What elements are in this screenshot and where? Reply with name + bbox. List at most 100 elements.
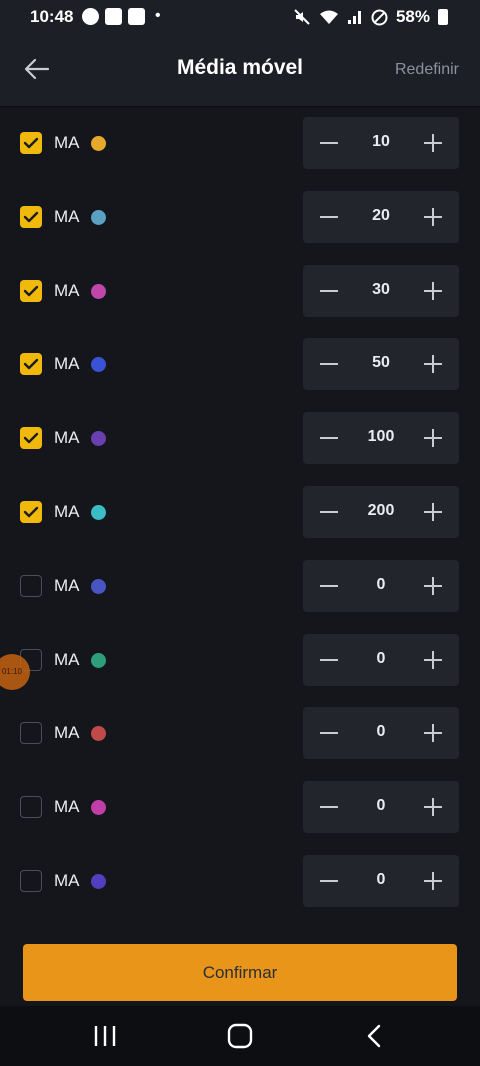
decrement-button[interactable]	[315, 351, 343, 377]
minus-icon	[320, 732, 338, 735]
period-stepper: 0	[303, 559, 459, 612]
decrement-button[interactable]	[315, 499, 343, 525]
ma-color-swatch[interactable]	[91, 505, 106, 520]
period-value[interactable]: 0	[343, 871, 419, 889]
decrement-button[interactable]	[315, 573, 343, 599]
decrement-button[interactable]	[315, 647, 343, 673]
decrement-button[interactable]	[315, 425, 343, 451]
ma-checkbox[interactable]	[20, 427, 42, 450]
period-stepper: 0	[303, 707, 459, 760]
period-value[interactable]: 0	[343, 650, 419, 668]
decrement-button[interactable]	[315, 868, 343, 894]
ma-row: MA 0	[0, 855, 480, 909]
ma-row: MA 0	[0, 559, 480, 614]
confirm-button[interactable]: Confirmar	[23, 944, 457, 1001]
ma-color-swatch[interactable]	[91, 431, 106, 447]
ma-checkbox[interactable]	[20, 870, 42, 892]
period-stepper: 20	[303, 190, 459, 243]
ma-color-swatch[interactable]	[91, 800, 106, 816]
ma-color-swatch[interactable]	[91, 578, 106, 594]
minus-icon	[320, 511, 338, 513]
checkmark-icon	[23, 211, 39, 222]
ma-checkbox[interactable]	[20, 353, 42, 376]
contact-card-icon	[105, 7, 122, 25]
minus-icon	[320, 658, 338, 661]
increment-button[interactable]	[419, 204, 447, 230]
increment-button[interactable]	[419, 794, 447, 820]
reset-button[interactable]: Redefinir	[395, 61, 459, 79]
period-value[interactable]: 50	[343, 354, 419, 372]
ma-checkbox[interactable]	[20, 279, 42, 302]
period-stepper: 0	[303, 855, 459, 907]
checkmark-icon	[23, 137, 39, 149]
period-stepper: 200	[303, 486, 459, 538]
ma-color-swatch[interactable]	[91, 209, 106, 225]
ma-color-swatch[interactable]	[91, 136, 106, 151]
increment-button[interactable]	[419, 425, 447, 451]
decrement-button[interactable]	[315, 130, 343, 156]
wifi-icon	[319, 10, 338, 24]
system-nav-bar	[0, 1006, 480, 1066]
ma-color-swatch[interactable]	[91, 652, 106, 668]
decrement-button[interactable]	[315, 720, 343, 746]
ma-row: MA 200	[0, 486, 480, 540]
increment-button[interactable]	[419, 573, 447, 599]
increment-button[interactable]	[419, 720, 447, 746]
system-back-button[interactable]	[360, 1022, 390, 1050]
ma-label: MA	[54, 871, 80, 890]
period-stepper: 0	[303, 781, 459, 834]
plus-icon	[424, 798, 442, 817]
period-value[interactable]: 200	[343, 502, 419, 520]
minus-icon	[320, 363, 338, 366]
minus-icon	[320, 437, 338, 440]
home-button[interactable]	[225, 1022, 255, 1050]
period-stepper: 100	[303, 412, 459, 465]
minus-icon	[320, 215, 338, 218]
ma-row: MA 100	[0, 412, 480, 466]
period-value[interactable]: 100	[343, 428, 419, 446]
more-notifications-dot: •	[155, 7, 161, 24]
ma-color-swatch[interactable]	[91, 726, 106, 742]
period-stepper: 50	[303, 338, 459, 391]
ma-label: MA	[54, 354, 80, 374]
ma-checkbox[interactable]	[20, 574, 42, 597]
do-not-disturb-icon	[371, 9, 388, 25]
increment-button[interactable]	[419, 499, 447, 525]
period-value[interactable]: 20	[343, 207, 419, 225]
plus-icon	[424, 207, 442, 226]
increment-button[interactable]	[419, 278, 447, 304]
facebook-icon	[128, 7, 145, 25]
checkmark-icon	[23, 432, 39, 444]
messenger-icon	[82, 7, 99, 25]
ma-checkbox[interactable]	[20, 501, 42, 523]
ma-label: MA	[54, 797, 80, 817]
ma-checkbox[interactable]	[20, 722, 42, 745]
increment-button[interactable]	[419, 130, 447, 156]
increment-button[interactable]	[419, 868, 447, 894]
ma-color-swatch[interactable]	[91, 283, 106, 299]
decrement-button[interactable]	[315, 278, 343, 304]
period-value[interactable]: 30	[343, 281, 419, 299]
ma-checkbox[interactable]	[20, 205, 42, 228]
period-value[interactable]: 10	[343, 133, 419, 151]
decrement-button[interactable]	[315, 204, 343, 230]
increment-button[interactable]	[419, 647, 447, 673]
ma-label: MA	[54, 428, 80, 448]
ma-checkbox[interactable]	[20, 132, 42, 154]
recent-apps-button[interactable]	[91, 1022, 121, 1050]
period-value[interactable]: 0	[343, 723, 419, 741]
ma-color-swatch[interactable]	[91, 357, 106, 373]
chevron-left-icon	[367, 1024, 381, 1048]
decrement-button[interactable]	[315, 794, 343, 820]
recent-apps-icon	[94, 1026, 116, 1046]
ma-checkbox[interactable]	[20, 796, 42, 819]
period-value[interactable]: 0	[343, 797, 419, 815]
checkmark-icon	[23, 506, 39, 518]
status-bar: 10:48 • 58%	[0, 0, 480, 34]
increment-button[interactable]	[419, 351, 447, 377]
period-value[interactable]: 0	[343, 576, 419, 594]
ma-row: MA 30	[0, 264, 480, 319]
minus-icon	[320, 880, 338, 882]
ma-color-swatch[interactable]	[91, 874, 106, 889]
ma-label: MA	[54, 502, 80, 521]
